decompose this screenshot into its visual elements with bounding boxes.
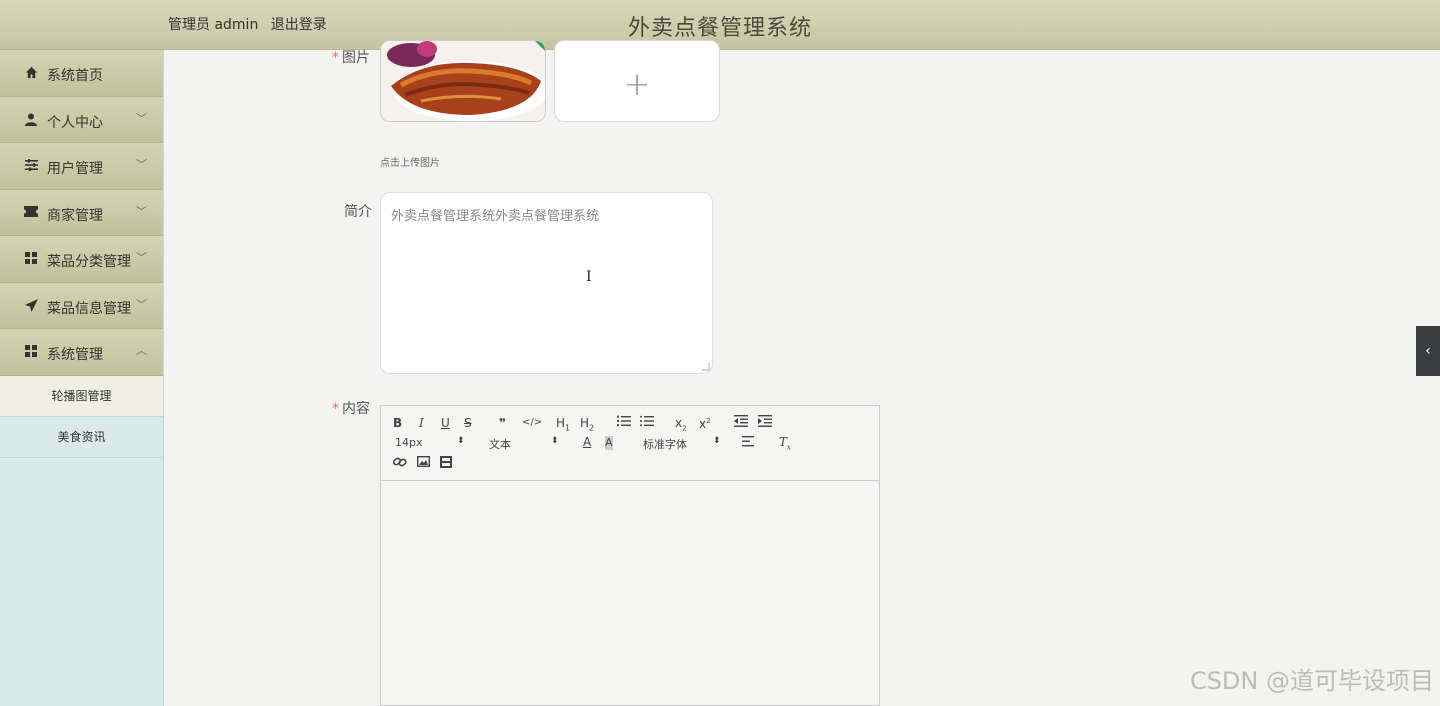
- user-icon: [24, 113, 38, 127]
- subscript-icon[interactable]: x2: [675, 416, 687, 435]
- sidebar-item-users[interactable]: 用户管理 ﹀: [0, 143, 163, 190]
- submenu-item-carousel[interactable]: 轮播图管理: [0, 375, 163, 417]
- bold-icon[interactable]: B: [393, 416, 402, 430]
- required-mark: *: [332, 401, 339, 417]
- editor-content-area[interactable]: [381, 481, 879, 705]
- video-icon[interactable]: [440, 456, 452, 471]
- font-color-icon[interactable]: A: [583, 435, 591, 449]
- image-icon[interactable]: [416, 455, 431, 470]
- ordered-list-icon[interactable]: [617, 415, 631, 430]
- food-photo: [381, 41, 545, 121]
- link-icon[interactable]: [392, 456, 407, 471]
- sliders-icon: [24, 159, 38, 173]
- sidebar-item-label: 个人中心: [47, 114, 103, 131]
- content-label-text: 内容: [342, 401, 370, 417]
- ticket-icon: [24, 205, 38, 220]
- select-arrows-icon: ⬍: [713, 436, 721, 446]
- image-label: * 图片: [332, 47, 370, 67]
- app-title: 外卖点餐管理系统: [627, 16, 812, 41]
- summary-label: 简介: [344, 204, 372, 220]
- heading1-icon[interactable]: H1: [556, 416, 570, 435]
- submenu-item-food-news[interactable]: 美食资讯: [0, 416, 163, 458]
- grid-icon: [24, 252, 38, 266]
- summary-textarea[interactable]: 外卖点餐管理系统外卖点餐管理系统: [380, 192, 713, 374]
- sidebar-item-system[interactable]: 系统管理 ︿: [0, 329, 163, 376]
- align-icon[interactable]: [742, 436, 754, 450]
- chevron-down-icon: ﹀: [136, 111, 147, 125]
- strikethrough-icon[interactable]: S: [464, 416, 472, 430]
- blockquote-icon[interactable]: ❞: [499, 416, 506, 430]
- underline-icon[interactable]: U: [441, 416, 450, 430]
- sidebar-item-label: 用户管理: [47, 161, 103, 177]
- heading2-icon[interactable]: H2: [580, 416, 594, 435]
- sidebar-item-label: 菜品信息管理: [47, 300, 131, 317]
- send-icon: [24, 298, 38, 313]
- sidebar-item-label: 商家管理: [47, 207, 103, 224]
- required-mark: *: [332, 50, 339, 66]
- plus-icon: +: [623, 65, 651, 103]
- editor-toolbar: B I U S ❞ </> H1 H2 x2 x2 14px ⬍ 文本 ⬍ A …: [381, 406, 879, 481]
- watermark: CSDN @道可毕设项目: [1189, 667, 1434, 695]
- summary-text: 外卖点餐管理系统外卖点餐管理系统: [391, 209, 600, 224]
- font-family-value: 标准字体: [643, 438, 687, 451]
- collapse-panel-button[interactable]: ‹: [1416, 326, 1440, 376]
- outdent-icon[interactable]: [734, 415, 748, 430]
- rich-text-editor: B I U S ❞ </> H1 H2 x2 x2 14px ⬍ 文本 ⬍ A …: [380, 405, 880, 706]
- sidebar-item-label: 菜品分类管理: [47, 254, 131, 270]
- sidebar-item-label: 系统首页: [47, 68, 103, 84]
- content-label: * 内容: [332, 398, 370, 418]
- chevron-down-icon: ﹀: [136, 158, 147, 171]
- superscript-icon[interactable]: x2: [699, 414, 711, 431]
- chevron-down-icon: ﹀: [136, 251, 147, 264]
- indent-icon[interactable]: [758, 415, 772, 430]
- sidebar-item-dish-info[interactable]: 菜品信息管理 ﹀: [0, 282, 163, 329]
- font-size-value: 14px: [395, 436, 423, 449]
- font-size-select[interactable]: 14px ⬍: [395, 436, 465, 449]
- chevron-down-icon: ﹀: [136, 297, 147, 311]
- italic-icon[interactable]: I: [419, 416, 424, 430]
- chevron-left-icon: ‹: [1425, 343, 1431, 359]
- chevron-down-icon: ﹀: [136, 204, 147, 218]
- top-header: 管理员 admin 退出登录 外卖点餐管理系统: [0, 0, 1440, 50]
- background-color-icon[interactable]: A: [605, 436, 613, 450]
- upload-tip: 点击上传图片: [380, 158, 440, 169]
- image-upload-button[interactable]: +: [554, 40, 720, 122]
- header-select-value: 文本: [489, 438, 511, 451]
- header-select[interactable]: 文本 ⬍: [489, 436, 559, 452]
- resize-handle[interactable]: [702, 363, 710, 371]
- sidebar-item-label: 系统管理: [47, 347, 103, 363]
- sidebar-item-dish-categories[interactable]: 菜品分类管理 ﹀: [0, 236, 163, 283]
- text-cursor-icon: I: [586, 269, 592, 285]
- bullet-list-icon[interactable]: [640, 415, 654, 430]
- sidebar: 系统首页 个人中心 ﹀ 用户管理 ﹀ 商家管理 ﹀ 菜品分类管理 ﹀ 菜品信息管…: [0, 50, 164, 706]
- sidebar-item-home[interactable]: 系统首页: [0, 50, 163, 97]
- home-icon: [24, 66, 38, 80]
- clear-format-icon[interactable]: Tx: [779, 435, 791, 454]
- code-block-icon[interactable]: </>: [522, 416, 542, 430]
- grid-icon: [24, 345, 38, 359]
- uploaded-image-thumbnail[interactable]: [380, 40, 546, 122]
- font-family-select[interactable]: 标准字体 ⬍: [643, 436, 723, 452]
- select-arrows-icon: ⬍: [551, 436, 559, 446]
- image-label-text: 图片: [342, 50, 370, 66]
- chevron-up-icon: ︿: [136, 344, 147, 357]
- sidebar-item-personal[interactable]: 个人中心 ﹀: [0, 96, 163, 143]
- select-arrows-icon: ⬍: [457, 436, 465, 446]
- sidebar-item-merchants[interactable]: 商家管理 ﹀: [0, 189, 163, 236]
